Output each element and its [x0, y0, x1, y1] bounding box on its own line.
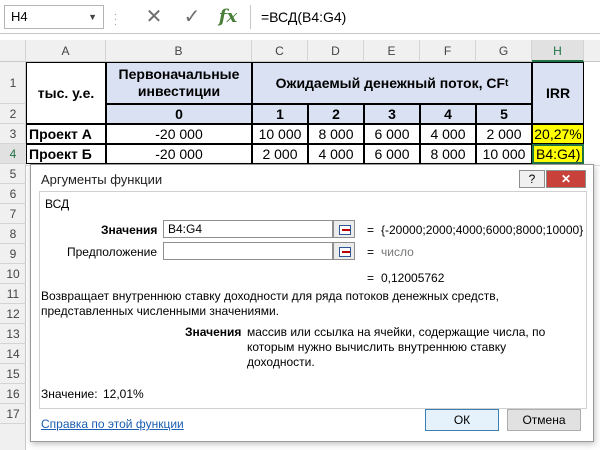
units-header[interactable]: тыс. у.е. — [26, 62, 106, 124]
irr-header[interactable]: IRR — [532, 62, 584, 124]
row-header-7[interactable]: 7 — [0, 204, 26, 224]
column-header-f[interactable]: F — [420, 40, 476, 62]
chevron-down-icon[interactable]: ▼ — [88, 6, 97, 28]
fx-icon[interactable]: fx — [214, 4, 242, 30]
column-header-a[interactable]: A — [26, 40, 106, 62]
row-header-3[interactable]: 3 — [0, 124, 26, 144]
period-cell[interactable]: 2 — [308, 104, 364, 124]
values-input[interactable]: B4:G4 — [163, 220, 333, 238]
function-name: ВСД — [45, 197, 70, 211]
initial-investment-header[interactable]: Первоначальные инвестиции — [106, 62, 252, 104]
guess-input[interactable] — [163, 242, 333, 260]
name-box[interactable]: H4 ▼ — [4, 5, 104, 29]
table-cell[interactable]: 8 000 — [308, 124, 364, 144]
select-all-corner[interactable] — [0, 40, 26, 62]
formula-bar: H4 ▼ ... ✕ ✓ fx =ВСД(B4:G4) — [0, 0, 600, 34]
value-result: 12,01% — [103, 387, 144, 401]
arg-values-label: Значения — [101, 223, 158, 237]
row-header-6[interactable]: 6 — [0, 184, 26, 204]
arg-help-text: массив или ссылка на ячейки, содержащие … — [247, 325, 546, 369]
row-header-9[interactable]: 9 — [0, 244, 26, 264]
cash-flow-subscript: t — [505, 77, 509, 89]
period-cell[interactable]: 1 — [252, 104, 308, 124]
equals-sign: = — [367, 271, 375, 285]
project-b-name[interactable]: Проект Б — [26, 144, 106, 164]
table-cell[interactable]: -20 000 — [106, 144, 252, 164]
period-cell[interactable]: 5 — [476, 104, 532, 124]
collapse-dialog-icon[interactable] — [333, 242, 355, 260]
column-header-h[interactable]: H — [532, 40, 584, 62]
separator-dots: ... — [114, 7, 117, 28]
value-label: Значение: — [41, 387, 98, 401]
help-link[interactable]: Справка по этой функции — [41, 417, 184, 431]
arg-guess-label: Предположение — [67, 245, 157, 259]
function-description: Возвращает внутреннюю ставку доходности … — [41, 289, 499, 318]
irr-value-a[interactable]: 20,27% — [532, 124, 584, 144]
table-cell[interactable]: 10 000 — [476, 144, 532, 164]
period-cell[interactable]: 3 — [364, 104, 420, 124]
table-cell[interactable]: 10 000 — [252, 124, 308, 144]
row-header-8[interactable]: 8 — [0, 224, 26, 244]
equals-sign: = — [367, 245, 375, 259]
row-header-15[interactable]: 15 — [0, 364, 26, 384]
function-arguments-dialog: Аргументы функции ? ✕ ВСД Значения B4:G4… — [30, 164, 594, 442]
help-icon[interactable]: ? — [519, 170, 545, 188]
close-icon[interactable]: ✕ — [546, 170, 586, 188]
table-cell[interactable]: 4 000 — [420, 124, 476, 144]
equals-sign: = — [367, 223, 375, 237]
period-cell[interactable]: 0 — [106, 104, 252, 124]
arg-help-name: Значения — [185, 325, 242, 339]
row-header-5[interactable]: 5 — [0, 164, 26, 184]
row-header-13[interactable]: 13 — [0, 324, 26, 344]
table-cell[interactable]: 4 000 — [308, 144, 364, 164]
table-cell[interactable]: 8 000 — [420, 144, 476, 164]
name-box-value: H4 — [11, 9, 28, 24]
table-cell[interactable]: 6 000 — [364, 124, 420, 144]
row-headers: 1 2 3 4 5 6 7 8 9 10 11 12 13 14 15 16 1… — [0, 62, 26, 450]
row-header-17[interactable]: 17 — [0, 404, 26, 424]
column-header-c[interactable]: C — [252, 40, 308, 62]
row-header-2[interactable]: 2 — [0, 104, 26, 124]
column-header-e[interactable]: E — [364, 40, 420, 62]
table-cell[interactable]: 2 000 — [476, 124, 532, 144]
row-header-4[interactable]: 4 — [0, 144, 26, 164]
row-header-14[interactable]: 14 — [0, 344, 26, 364]
collapse-dialog-icon[interactable] — [333, 220, 355, 238]
formula-input[interactable]: =ВСД(B4:G4) — [250, 5, 596, 29]
table-cell[interactable]: -20 000 — [106, 124, 252, 144]
period-cell[interactable]: 4 — [420, 104, 476, 124]
column-headers: A B C D E F G H — [0, 40, 600, 62]
row-header-1[interactable]: 1 — [0, 62, 26, 104]
cash-flow-header[interactable]: Ожидаемый денежный поток, CF t — [252, 62, 532, 104]
arg-guess-result: число — [381, 245, 414, 259]
project-a-name[interactable]: Проект А — [26, 124, 106, 144]
cancel-button[interactable]: Отмена — [507, 409, 581, 431]
column-header-b[interactable]: B — [106, 40, 252, 62]
active-cell-h4[interactable]: B4:G4) — [532, 144, 584, 164]
row-header-10[interactable]: 10 — [0, 264, 26, 284]
cash-flow-label: Ожидаемый денежный поток, CF — [275, 75, 506, 91]
column-header-g[interactable]: G — [476, 40, 532, 62]
row-header-11[interactable]: 11 — [0, 284, 26, 304]
arg-values-result: {-20000;2000;4000;6000;8000;10000} — [381, 223, 584, 237]
row-header-12[interactable]: 12 — [0, 304, 26, 324]
column-header-d[interactable]: D — [308, 40, 364, 62]
row-header-16[interactable]: 16 — [0, 384, 26, 404]
dialog-title: Аргументы функции — [41, 172, 163, 187]
check-icon[interactable]: ✓ — [178, 4, 206, 30]
table-cell[interactable]: 6 000 — [364, 144, 420, 164]
ok-button[interactable]: ОК — [425, 409, 499, 431]
cancel-icon[interactable]: ✕ — [140, 4, 168, 30]
table-cell[interactable]: 2 000 — [252, 144, 308, 164]
formula-result: 0,12005762 — [381, 271, 445, 285]
